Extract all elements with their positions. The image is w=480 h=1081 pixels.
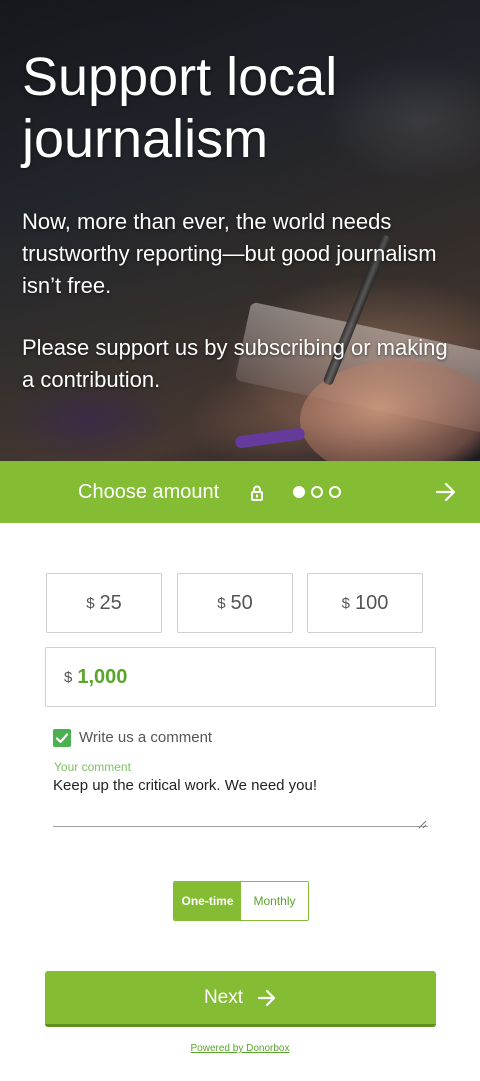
- step-title: Choose amount: [78, 481, 220, 503]
- lock-icon: [250, 485, 264, 501]
- arrow-right-icon[interactable]: [434, 481, 458, 503]
- resize-grip-icon[interactable]: [417, 816, 427, 829]
- comment-textarea[interactable]: Keep up the critical work. We need you!: [53, 777, 428, 827]
- powered-by-link[interactable]: Powered by Donorbox: [0, 1043, 480, 1054]
- step-dot-3: [329, 486, 341, 498]
- frequency-toggle: One-time Monthly: [173, 881, 309, 921]
- step-dot-1: [293, 486, 305, 498]
- amount-50-label: 50: [230, 591, 253, 614]
- next-button-label: Next: [203, 986, 244, 1008]
- step-header: Choose amount: [0, 461, 480, 523]
- one-time-button[interactable]: One-time: [174, 882, 241, 920]
- amount-25-label: 25: [99, 591, 122, 614]
- monthly-button[interactable]: Monthly: [241, 882, 308, 920]
- comment-field-label: Your comment: [54, 760, 131, 774]
- step-indicator: [293, 486, 341, 498]
- custom-amount-value: 1,000: [77, 665, 128, 688]
- hero-title: Support local journalism: [22, 47, 338, 169]
- step-dot-2: [311, 486, 323, 498]
- comment-checkbox[interactable]: [53, 729, 71, 747]
- amount-25-button[interactable]: $ 25: [46, 573, 162, 633]
- donation-form: Choose amount $ 25 $ 50 $ 100 $ 1,000 Wr…: [0, 461, 480, 1081]
- hero-banner: Support local journalism Now, more than …: [0, 0, 480, 461]
- hero-paragraph-1: Now, more than ever, the world needs tru…: [22, 209, 437, 298]
- next-button[interactable]: Next: [45, 971, 436, 1027]
- hero-paragraph-2: Please support us by subscribing or maki…: [22, 335, 448, 392]
- custom-amount-input[interactable]: $ 1,000: [45, 647, 436, 707]
- amount-100-button[interactable]: $ 100: [307, 573, 423, 633]
- amount-50-button[interactable]: $ 50: [177, 573, 293, 633]
- arrow-right-icon: [257, 989, 277, 1007]
- comment-checkbox-label[interactable]: Write us a comment: [79, 729, 212, 746]
- amount-100-label: 100: [354, 591, 389, 614]
